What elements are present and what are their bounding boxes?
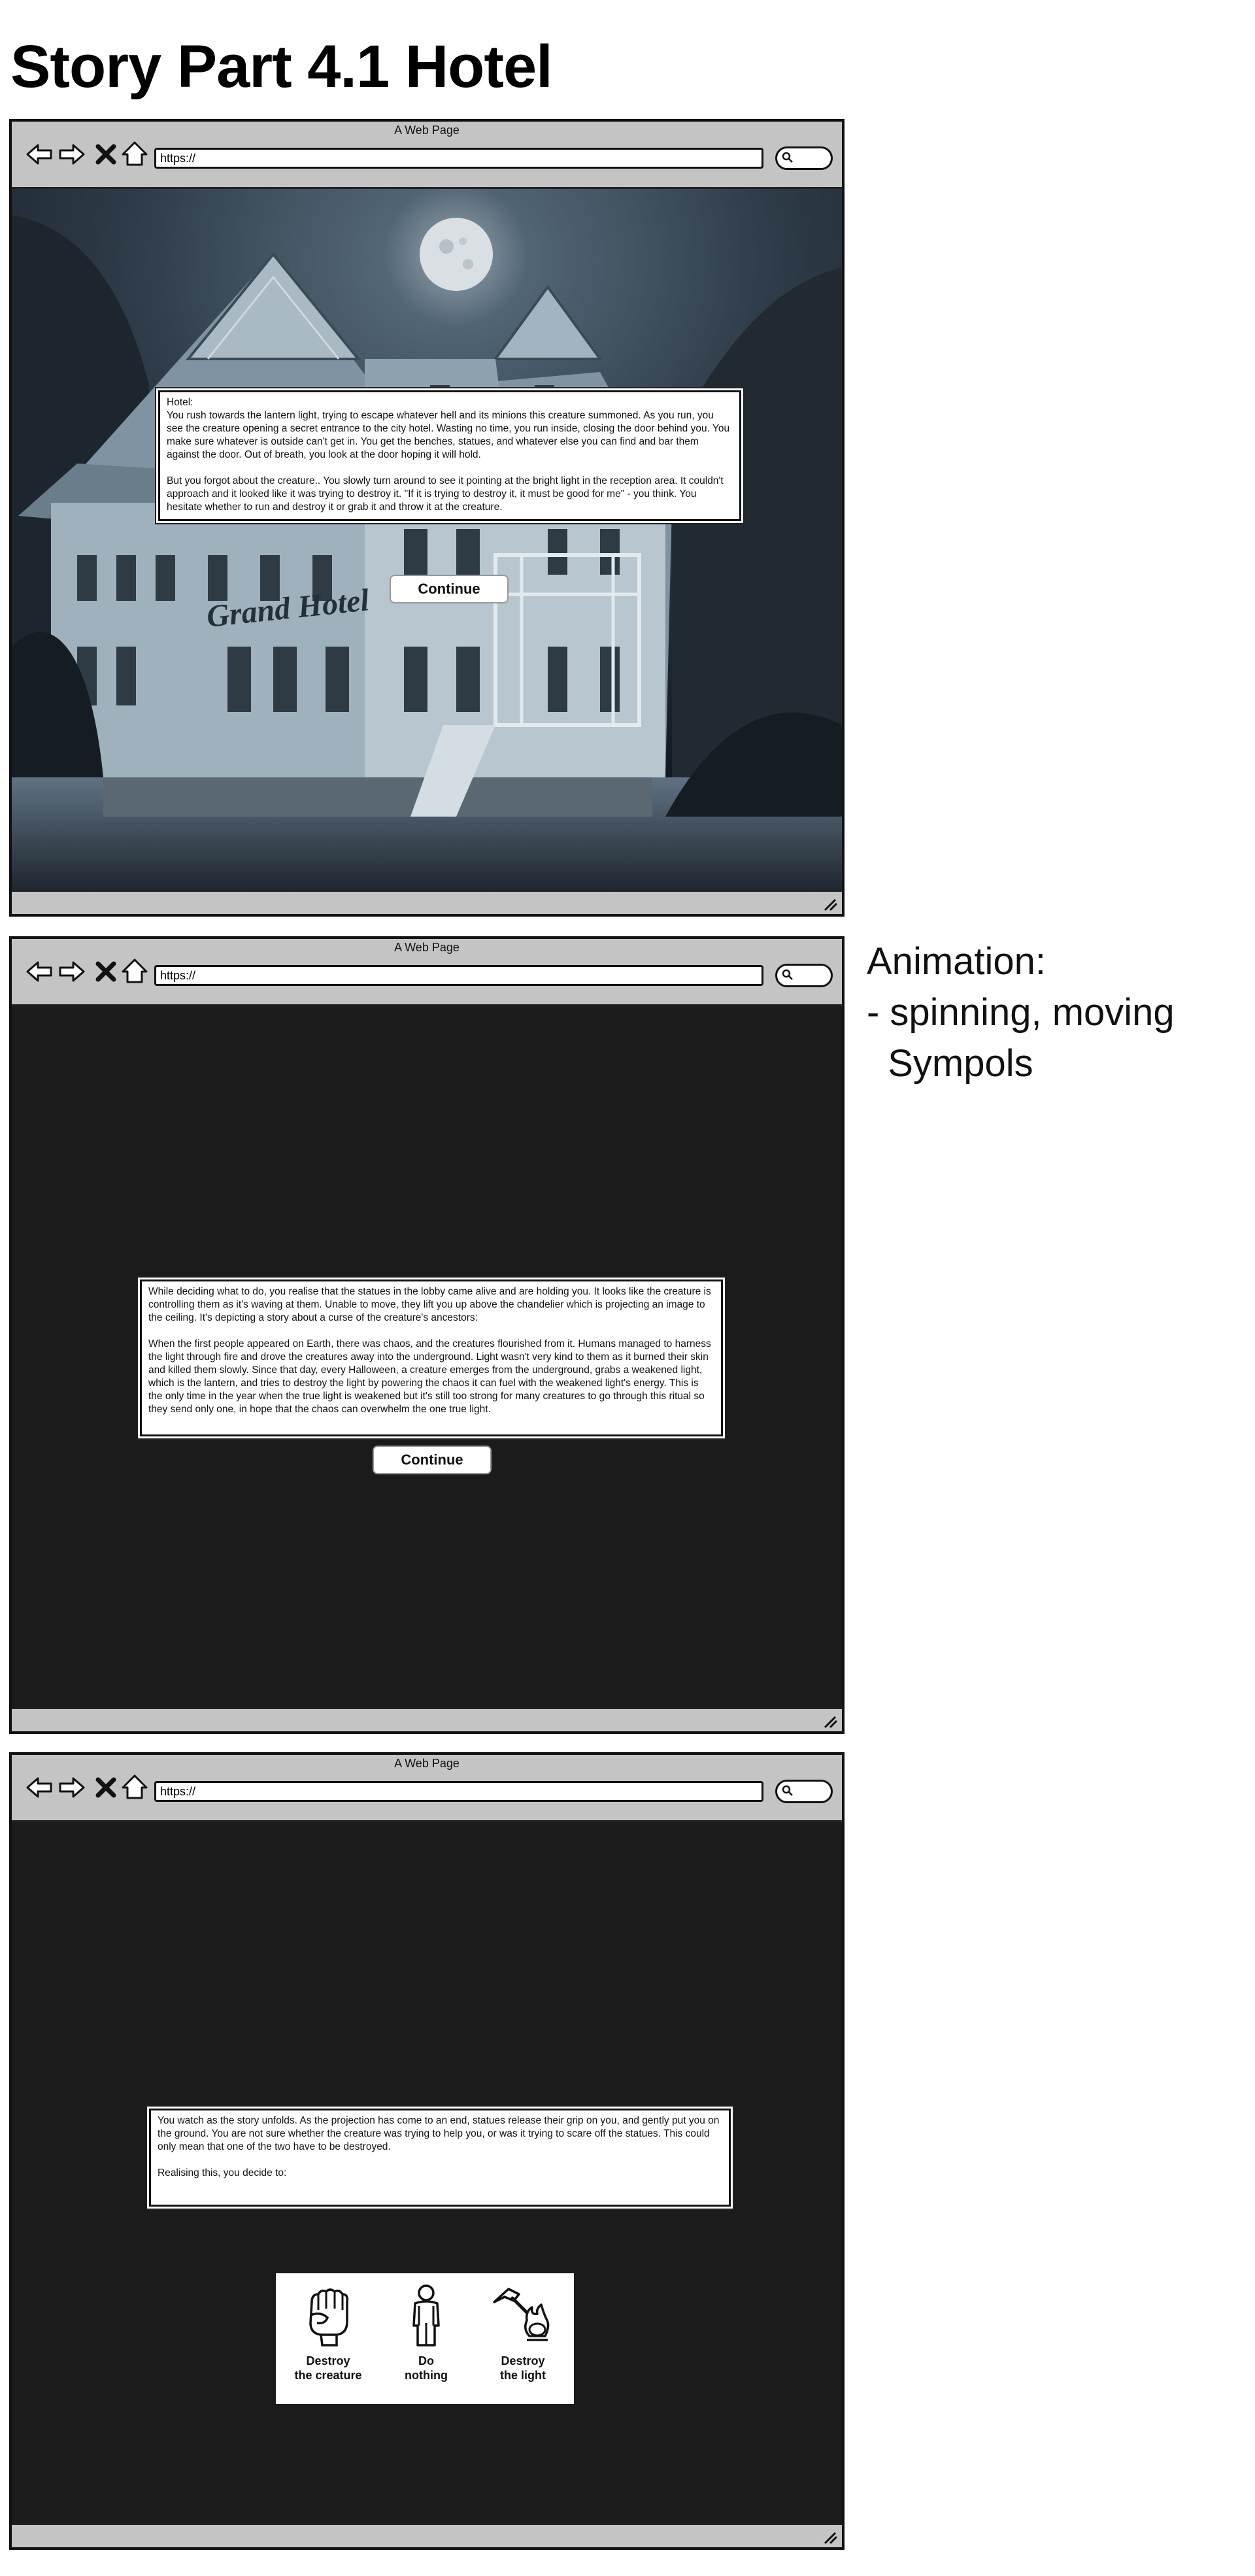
stop-icon[interactable] xyxy=(92,140,120,169)
hotel-night-illustration: Grand Hotel xyxy=(12,189,842,892)
back-arrow-icon[interactable] xyxy=(25,957,54,986)
choice-label-line2: nothing xyxy=(405,2369,448,2382)
browser-window-3: A Web Page https:// You watch as the sto… xyxy=(9,1752,845,2550)
url-input[interactable]: https:// xyxy=(154,965,763,986)
story-paragraph: While deciding what to do, you realise t… xyxy=(148,1286,711,1323)
back-arrow-icon[interactable] xyxy=(25,140,54,169)
url-input[interactable]: https:// xyxy=(154,148,763,169)
resize-grip-icon[interactable] xyxy=(822,897,838,911)
forward-arrow-icon[interactable] xyxy=(58,957,86,986)
page-content: While deciding what to do, you realise t… xyxy=(12,1006,842,1709)
story-paragraph: When the first people appeared on Earth,… xyxy=(148,1338,711,1415)
page-title: Story Part 4.1 Hotel xyxy=(10,33,553,100)
browser-window-2: A Web Page https:// While deciding what … xyxy=(9,936,845,1734)
story-text-box: Hotel: You rush towards the lantern ligh… xyxy=(158,390,741,521)
browser-statusbar xyxy=(12,2523,842,2547)
browser-toolbar: A Web Page https:// xyxy=(12,1755,842,1822)
story-paragraph: But you forgot about the creature.. You … xyxy=(167,475,724,513)
choice-destroy-light[interactable]: Destroy the light xyxy=(477,2282,569,2382)
choice-label-line2: the light xyxy=(500,2369,546,2382)
browser-toolbar: A Web Page https:// xyxy=(12,122,842,189)
window-title: A Web Page xyxy=(394,941,460,954)
forward-arrow-icon[interactable] xyxy=(58,1773,86,1802)
continue-button[interactable]: Continue xyxy=(390,575,509,603)
search-icon xyxy=(782,1785,793,1796)
choice-destroy-creature[interactable]: Destroy the creature xyxy=(282,2282,374,2382)
forward-arrow-icon[interactable] xyxy=(58,140,86,169)
choice-label-line2: the creature xyxy=(294,2369,362,2382)
browser-statusbar xyxy=(12,1707,842,1731)
choice-panel: Destroy the creature Do nothing Destroy … xyxy=(276,2273,574,2404)
search-box[interactable] xyxy=(775,1780,833,1803)
window-title: A Web Page xyxy=(394,1757,460,1770)
resize-grip-icon[interactable] xyxy=(822,2530,838,2545)
story-text-box: While deciding what to do, you realise t… xyxy=(140,1280,723,1436)
search-box[interactable] xyxy=(775,146,833,170)
page-content: You watch as the story unfolds. As the p… xyxy=(12,1822,842,2525)
stop-icon[interactable] xyxy=(92,957,120,986)
story-text-box: You watch as the story unfolds. As the p… xyxy=(149,2109,731,2207)
story-paragraph: You watch as the story unfolds. As the p… xyxy=(158,2115,720,2152)
page-content: Grand Hotel Hotel: You rush towards the … xyxy=(12,189,842,892)
browser-toolbar: A Web Page https:// xyxy=(12,939,842,1006)
stop-icon[interactable] xyxy=(92,1773,120,1802)
story-paragraph: Realising this, you decide to: xyxy=(158,2167,287,2178)
home-icon[interactable] xyxy=(120,957,149,986)
search-box[interactable] xyxy=(775,964,833,987)
choice-do-nothing[interactable]: Do nothing xyxy=(380,2282,472,2382)
choice-label-line1: Destroy xyxy=(501,2354,545,2367)
browser-window-1: A Web Page https:// Grand Hotel Hotel: Y… xyxy=(9,119,845,917)
choice-label-line1: Destroy xyxy=(306,2354,350,2367)
story-paragraph: You rush towards the lantern light, tryi… xyxy=(167,410,730,460)
search-icon xyxy=(782,152,793,163)
animation-note: Animation: - spinning, moving Sympols xyxy=(867,940,1175,1085)
search-icon xyxy=(782,969,793,980)
resize-grip-icon[interactable] xyxy=(822,1714,838,1729)
window-title: A Web Page xyxy=(394,124,460,137)
home-icon[interactable] xyxy=(120,1773,149,1802)
browser-statusbar xyxy=(12,890,842,914)
back-arrow-icon[interactable] xyxy=(25,1773,54,1802)
choice-label-line1: Do xyxy=(418,2354,434,2367)
home-icon[interactable] xyxy=(120,140,149,169)
standing-person-icon xyxy=(412,2284,440,2347)
hammer-lantern-icon xyxy=(493,2288,550,2341)
story-heading: Hotel: xyxy=(167,397,193,408)
fist-icon xyxy=(309,2288,349,2347)
continue-button[interactable]: Continue xyxy=(373,1446,492,1474)
url-input[interactable]: https:// xyxy=(154,1781,763,1802)
